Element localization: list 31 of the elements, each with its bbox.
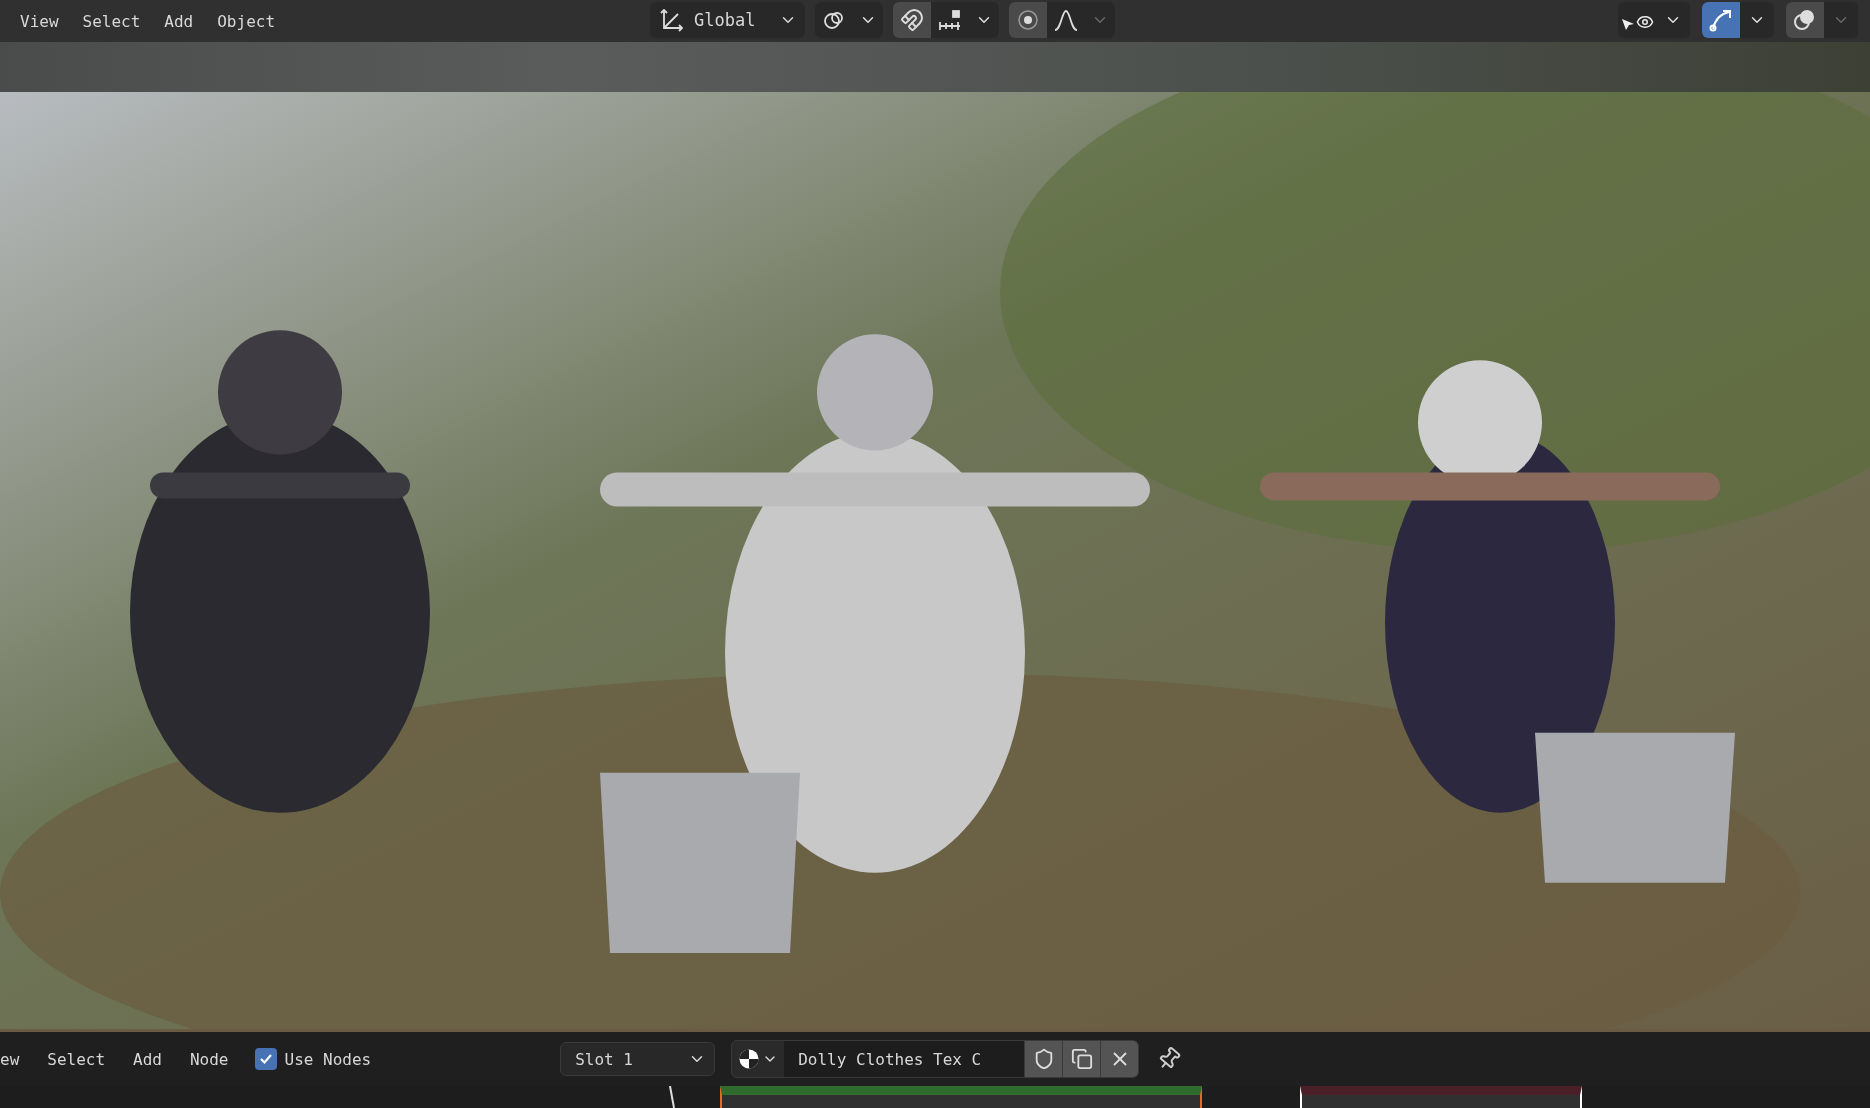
proportional-icon xyxy=(1016,8,1041,32)
overlay-button[interactable] xyxy=(1786,2,1824,38)
sphere-icon xyxy=(738,1048,761,1070)
menu-item[interactable]: Object xyxy=(205,7,288,35)
checkbox-label: Use Nodes xyxy=(284,1049,372,1069)
node[interactable] xyxy=(1300,1086,1582,1108)
axis-icon xyxy=(658,7,684,33)
checkbox[interactable] xyxy=(254,1048,277,1070)
menu-item[interactable]: Node xyxy=(177,1045,241,1073)
menu-item[interactable]: Add xyxy=(152,7,206,35)
proportional-button[interactable] xyxy=(1009,2,1048,38)
node[interactable] xyxy=(720,1086,1202,1108)
menu-item[interactable]: Select xyxy=(70,7,153,35)
snap-button[interactable] xyxy=(893,2,932,38)
gizmo-icon xyxy=(1708,7,1734,33)
close-button[interactable] xyxy=(1100,1041,1139,1077)
gizmo-button[interactable] xyxy=(1702,2,1740,38)
duplicate-button[interactable] xyxy=(1062,1041,1101,1077)
fake-user-button[interactable] xyxy=(1024,1041,1063,1077)
slot-dropdown[interactable]: Slot 1 xyxy=(560,1042,716,1076)
copy-icon xyxy=(1070,1048,1093,1070)
menu-item[interactable]: Add xyxy=(121,1045,174,1073)
pin-button[interactable] xyxy=(1157,1047,1182,1071)
material-name-field[interactable]: Dolly Clothes Tex C xyxy=(784,1041,1025,1077)
menu-item[interactable]: View xyxy=(8,7,71,35)
snap-icon xyxy=(900,8,925,32)
orientation-dropdown[interactable]: Global xyxy=(650,2,806,38)
menu-item[interactable]: ew xyxy=(0,1045,32,1073)
falloff-curve-icon xyxy=(1053,8,1080,32)
node-link xyxy=(668,1086,676,1108)
menu-item[interactable]: Select xyxy=(35,1045,118,1073)
